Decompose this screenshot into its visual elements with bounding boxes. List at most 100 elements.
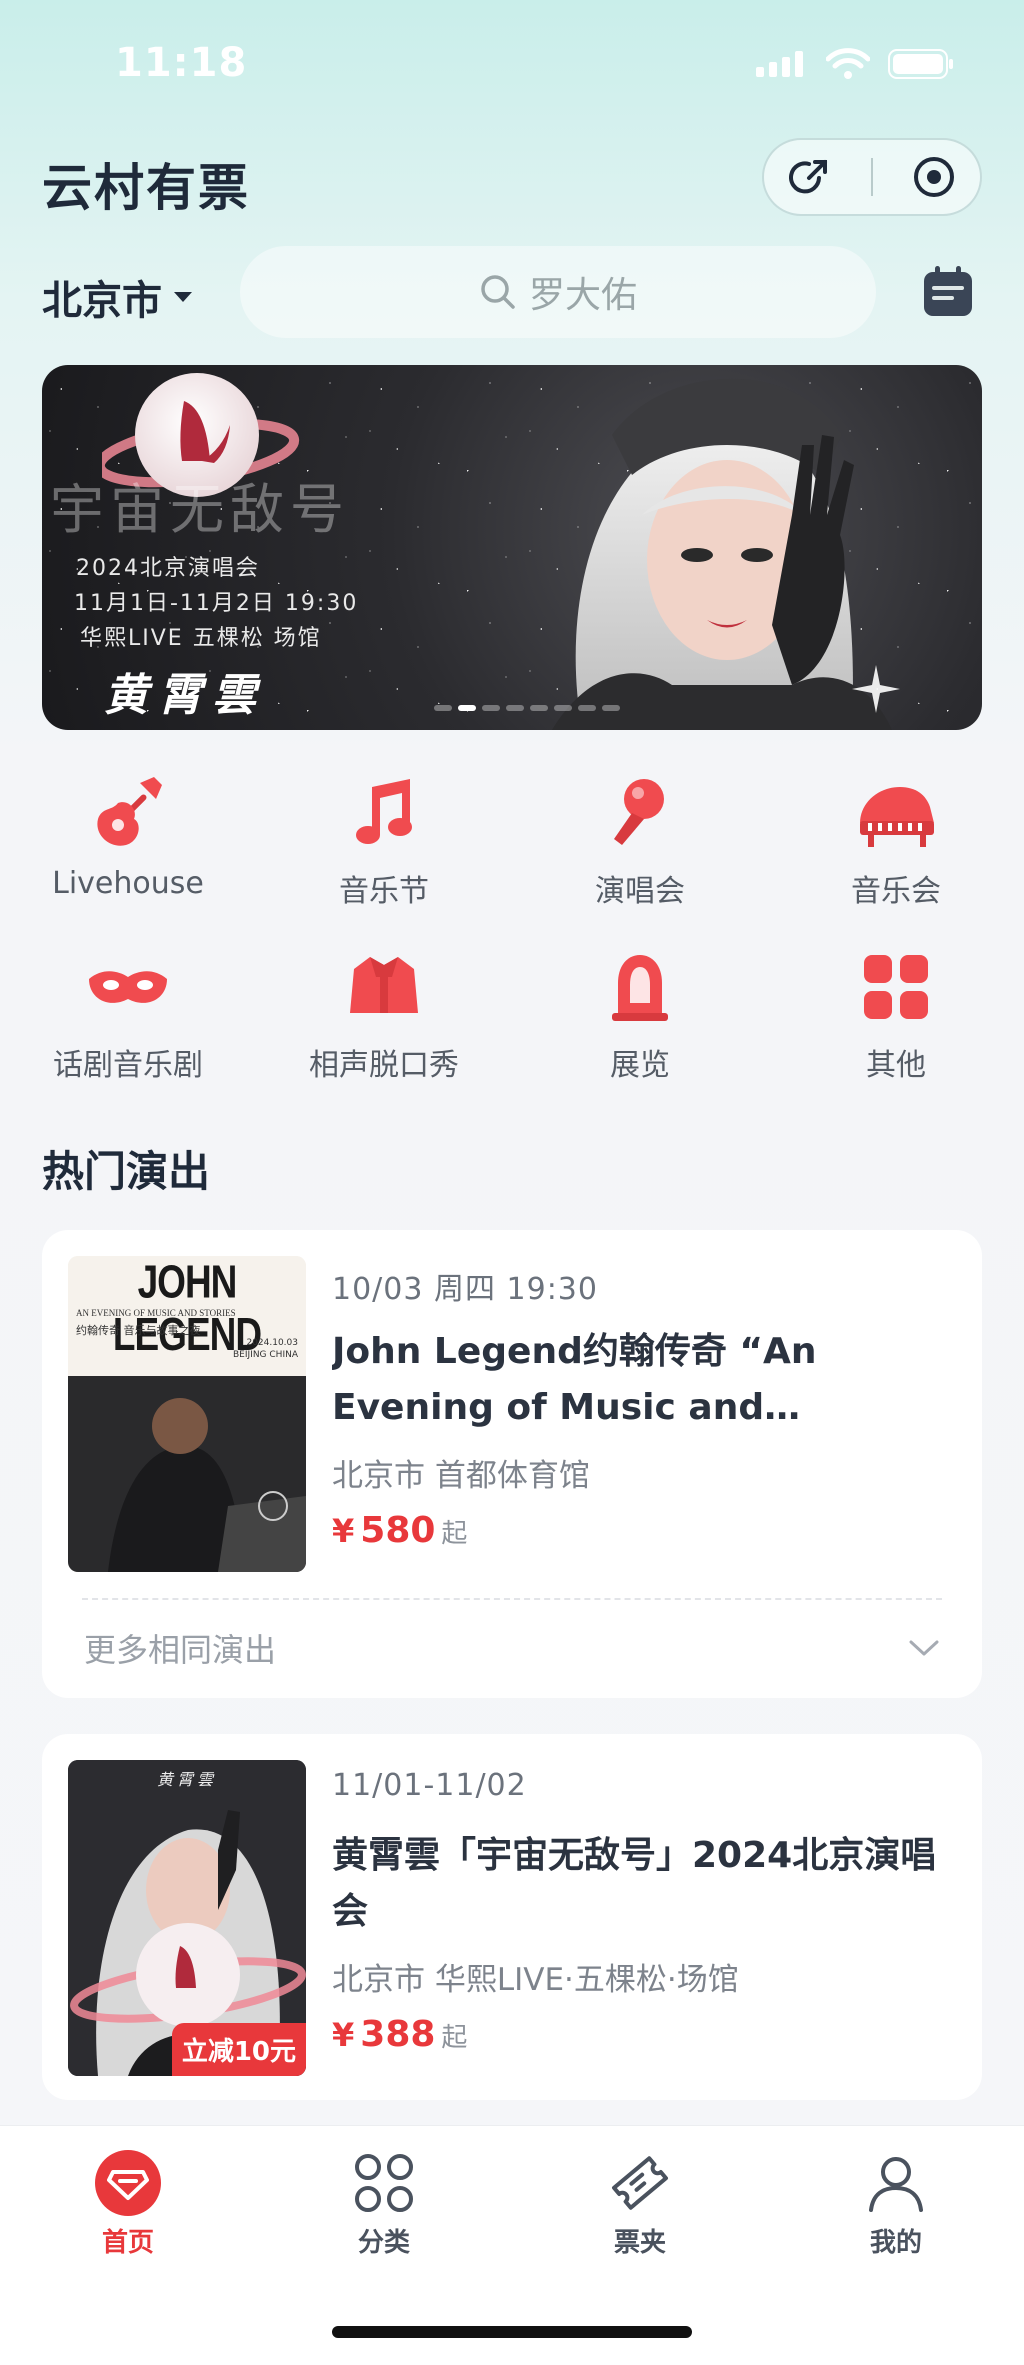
tab-home[interactable]: 首页 bbox=[0, 2148, 256, 2259]
show-title: John Legend约翰传奇 “An Evening of Music and… bbox=[332, 1324, 962, 1436]
card-divider bbox=[82, 1598, 942, 1600]
status-icons bbox=[756, 48, 954, 80]
pagination-dot[interactable] bbox=[506, 705, 524, 711]
tab-profile[interactable]: 我的 bbox=[768, 2148, 1024, 2259]
category-livehouse[interactable]: Livehouse bbox=[0, 770, 256, 910]
pagination-dot[interactable] bbox=[602, 705, 620, 711]
guitar-icon bbox=[97, 777, 162, 846]
more-shows-label: 更多相同演出 bbox=[84, 1631, 277, 1669]
pagination-dot[interactable] bbox=[434, 705, 452, 711]
search-icon bbox=[481, 275, 515, 309]
app-title: 云村有票 bbox=[42, 159, 250, 217]
target-icon bbox=[914, 157, 955, 197]
microphone-icon bbox=[614, 779, 664, 845]
category-grid: Livehouse 音乐节 演唱会 音乐会 话剧音乐剧 相声脱口秀 展览 其他 bbox=[0, 770, 1024, 1084]
tab-label: 首页 bbox=[101, 2228, 154, 2258]
capsule-divider bbox=[870, 158, 873, 196]
tab-label: 分类 bbox=[357, 2228, 410, 2258]
banner-artist-photo bbox=[552, 378, 900, 730]
category-label: 演唱会 bbox=[595, 874, 685, 909]
price-symbol: ¥ bbox=[332, 1512, 355, 1550]
banner-pagination bbox=[434, 705, 620, 711]
category-music-festival[interactable]: 音乐节 bbox=[256, 770, 512, 910]
promo-banner[interactable]: 宇宙无敌号 2024北京演唱会 11月1日-11月2日 19:30 华熙LIVE… bbox=[42, 365, 982, 730]
banner-subtitle: 2024北京演唱会 bbox=[76, 556, 260, 581]
wifi-icon bbox=[826, 48, 870, 79]
section-title: 热门演出 bbox=[42, 1147, 211, 1196]
banner-venue: 华熙LIVE 五棵松 场馆 bbox=[80, 626, 322, 651]
category-comedy[interactable]: 相声脱口秀 bbox=[256, 944, 512, 1084]
city-label: 北京市 bbox=[42, 278, 162, 324]
share-button[interactable] bbox=[780, 147, 840, 207]
tab-label: 我的 bbox=[869, 2228, 922, 2258]
price-value: 580 bbox=[360, 1510, 436, 1551]
show-price: ¥ 388 起 bbox=[332, 2014, 467, 2055]
calendar-button[interactable] bbox=[920, 264, 976, 320]
price-suffix: 起 bbox=[441, 1519, 468, 1549]
pagination-dot[interactable] bbox=[482, 705, 500, 711]
category-label: 相声脱口秀 bbox=[309, 1048, 459, 1083]
mask-icon bbox=[89, 971, 167, 1003]
show-venue: 北京市 华熙LIVE·五棵松·场馆 bbox=[332, 1962, 739, 1998]
banner-dates: 11月1日-11月2日 19:30 bbox=[74, 591, 359, 616]
category-label: 展览 bbox=[610, 1048, 670, 1083]
show-title: 黄霄雲「宇宙无敌号」2024北京演唱会 bbox=[332, 1828, 962, 1940]
show-poster: 黄霄雲 立减10元 bbox=[68, 1760, 306, 2076]
banner-artist: 黄霄雲 bbox=[104, 670, 266, 721]
category-concert[interactable]: 演唱会 bbox=[512, 770, 768, 910]
pagination-dot[interactable] bbox=[578, 705, 596, 711]
show-date: 11/01-11/02 bbox=[332, 1768, 527, 1803]
price-value: 388 bbox=[360, 2014, 436, 2055]
more-shows-toggle[interactable]: 更多相同演出 bbox=[84, 1625, 940, 1671]
tab-categories[interactable]: 分类 bbox=[256, 2148, 512, 2259]
category-label: 话剧音乐剧 bbox=[53, 1048, 203, 1083]
poster-subtitle-cn: 约翰传奇 音乐与故事之夜 bbox=[76, 1324, 201, 1337]
discount-badge: 立减10元 bbox=[171, 2023, 306, 2076]
gown-icon bbox=[350, 957, 418, 1013]
battery-icon bbox=[888, 49, 953, 79]
category-label: 其他 bbox=[866, 1048, 926, 1083]
categories-icon bbox=[355, 2154, 413, 2212]
city-selector[interactable]: 北京市 bbox=[42, 268, 194, 326]
tab-tickets[interactable]: 票夹 bbox=[512, 2148, 768, 2259]
share-icon bbox=[788, 160, 827, 194]
miniapp-capsule bbox=[762, 138, 982, 216]
search-placeholder: 罗大佑 bbox=[528, 275, 637, 316]
poster-location: BEIJING CHINA bbox=[233, 1350, 298, 1360]
category-label: 音乐节 bbox=[339, 874, 429, 909]
signal-icon bbox=[756, 51, 803, 77]
tab-label: 票夹 bbox=[613, 2228, 666, 2258]
show-venue: 北京市 首都体育馆 bbox=[332, 1458, 590, 1494]
pagination-dot-active[interactable] bbox=[458, 705, 476, 711]
pagination-dot[interactable] bbox=[530, 705, 548, 711]
poster-subtitle-en: AN EVENING OF MUSIC AND STORIES bbox=[76, 1308, 236, 1318]
category-drama-musical[interactable]: 话剧音乐剧 bbox=[0, 944, 256, 1084]
pagination-dot[interactable] bbox=[554, 705, 572, 711]
calendar-icon bbox=[924, 266, 972, 316]
caret-down-icon bbox=[174, 292, 192, 302]
category-label: 音乐会 bbox=[851, 874, 941, 909]
profile-icon bbox=[869, 2157, 923, 2212]
show-date: 10/03 周四 19:30 bbox=[332, 1272, 598, 1307]
show-title-text: 黄霄雲「宇宙无敌号」2024北京演唱会 bbox=[332, 1835, 937, 1932]
ticket-icon bbox=[612, 2156, 668, 2210]
show-card[interactable]: 黄霄雲 立减10元 11/01-11/02 黄霄雲「宇宙无敌号」2024北京演唱… bbox=[42, 1734, 982, 2100]
banner-headline: 宇宙无敌号 bbox=[50, 478, 350, 541]
show-poster: JOHN LEGEND AN EVENING OF MUSIC AND STOR… bbox=[68, 1256, 306, 1572]
frame-icon bbox=[612, 955, 668, 1021]
search-input[interactable]: 罗大佑 bbox=[240, 246, 876, 338]
music-note-icon bbox=[356, 779, 412, 844]
category-exhibition[interactable]: 展览 bbox=[512, 944, 768, 1084]
poster-date: 2024.10.03 bbox=[246, 1338, 298, 1348]
status-time: 11:18 bbox=[115, 40, 248, 86]
category-other[interactable]: 其他 bbox=[768, 944, 1024, 1084]
show-card[interactable]: JOHN LEGEND AN EVENING OF MUSIC AND STOR… bbox=[42, 1230, 982, 1698]
category-recital[interactable]: 音乐会 bbox=[768, 770, 1024, 910]
close-miniapp-button[interactable] bbox=[904, 147, 964, 207]
price-symbol: ¥ bbox=[332, 2016, 355, 2054]
home-ticket-icon bbox=[95, 2150, 161, 2216]
show-price: ¥ 580 起 bbox=[332, 1510, 467, 1551]
price-suffix: 起 bbox=[441, 2023, 468, 2053]
chevron-down-icon bbox=[909, 1640, 939, 1656]
show-title-text: John Legend约翰传奇 “An Evening of Music and… bbox=[332, 1331, 817, 1428]
